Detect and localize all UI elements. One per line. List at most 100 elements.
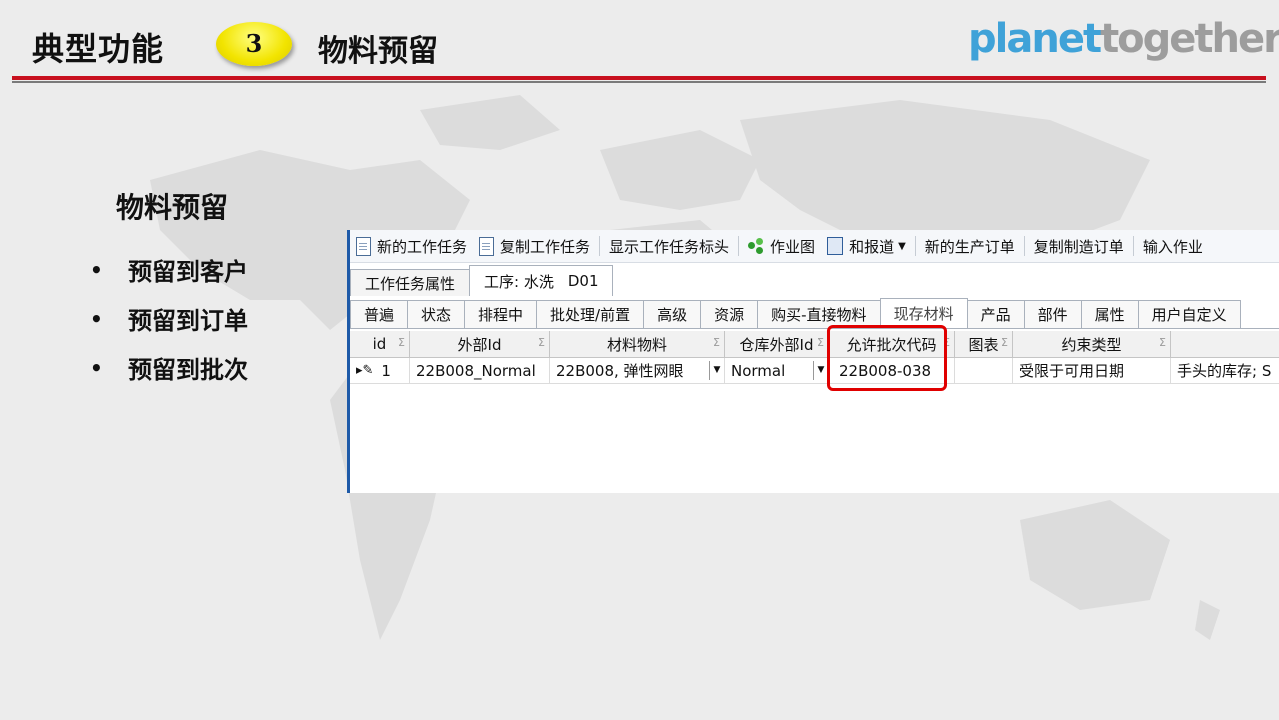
show-header-label: 显示工作任务标头 [609, 237, 730, 256]
toolbar: 新的工作任务 复制工作任务 显示工作任务标头 作业图 和报道 ▼ 新的生产订单 复… [350, 230, 1279, 263]
cell-id: 1 [381, 361, 391, 380]
column-label: 外部Id [457, 335, 502, 354]
list-item: • 预留到订单 [90, 294, 248, 343]
new-task-button[interactable]: 新的工作任务 [350, 230, 473, 262]
grid-header: id Σ 外部Id Σ 材料物料 Σ 仓库外部Id Σ 允许批次代码 Σ 图表 Σ 约束类型… [350, 331, 1279, 358]
report-dropdown[interactable]: 和报道 ▼ [821, 230, 912, 262]
column-label: id [372, 335, 387, 353]
top-tab-strip: 工作任务属性 工序: 水洗 D01 [350, 265, 614, 296]
copy-order-label: 复制制造订单 [1033, 237, 1124, 256]
tab-products[interactable]: 产品 [966, 300, 1025, 328]
column-header-external-id[interactable]: 外部Id Σ [410, 331, 550, 357]
chevron-down-icon[interactable]: ▼ [813, 361, 828, 380]
new-order-button[interactable]: 新的生产订单 [919, 230, 1021, 262]
list-item: • 预留到客户 [90, 245, 248, 294]
edit-pencil-icon: ▸✎ [356, 363, 374, 378]
header-divider-gray [12, 81, 1266, 83]
chevron-down-icon: ▼ [898, 240, 906, 252]
tab-scheduling[interactable]: 排程中 [464, 300, 538, 328]
report-label: 和报道 [849, 237, 895, 256]
toolbar-separator [1023, 236, 1025, 256]
gantt-button[interactable]: 作业图 [742, 230, 821, 262]
tab-resources[interactable]: 资源 [700, 300, 759, 328]
input-label: 输入作业 [1142, 237, 1203, 256]
copy-task-button[interactable]: 复制工作任务 [473, 230, 596, 262]
logo-text-planet: planet [968, 16, 1102, 62]
toolbar-separator [914, 236, 916, 256]
column-label: 材料物料 [606, 335, 667, 354]
new-order-label: 新的生产订单 [924, 237, 1015, 256]
sigma-icon: Σ [1159, 336, 1166, 349]
tab-advanced[interactable]: 高级 [643, 300, 702, 328]
list-item-label: 预留到订单 [128, 307, 248, 335]
lot-code-highlight-box [827, 325, 947, 391]
tab-batch[interactable]: 批处理/前置 [536, 300, 645, 328]
copy-task-label: 复制工作任务 [500, 237, 591, 256]
cell-chart[interactable] [955, 358, 1013, 383]
cell-material-value: 22B008, 弹性网眼 [556, 362, 684, 380]
header-divider-red [12, 76, 1266, 80]
page-subtitle: 物料预留 [318, 34, 438, 69]
tab-user-defined[interactable]: 用户自定义 [1137, 300, 1241, 328]
bullet-icon: • [90, 306, 103, 331]
list-item-label: 预留到批次 [128, 356, 248, 384]
row-indicator-cell: ▸✎ 1 [350, 358, 410, 383]
column-header-extra[interactable] [1171, 331, 1279, 357]
report-icon [827, 237, 844, 255]
sigma-icon: Σ [1001, 336, 1008, 349]
cell-extra[interactable]: 手头的库存; S [1171, 358, 1279, 383]
tab-on-hand-materials[interactable]: 现存材料 [879, 298, 968, 328]
cell-material[interactable]: 22B008, 弹性网眼 ▼ [550, 358, 725, 383]
app-screenshot: 新的工作任务 复制工作任务 显示工作任务标头 作业图 和报道 ▼ 新的生产订单 复… [347, 230, 1279, 493]
toolbar-separator [599, 236, 601, 256]
column-header-chart[interactable]: 图表 Σ [955, 331, 1013, 357]
tab-general[interactable]: 普遍 [350, 300, 409, 328]
page-title: 典型功能 [32, 30, 165, 68]
sub-tab-strip: 普遍 状态 排程中 批处理/前置 高级 资源 购买-直接物料 现存材料 产品 部… [350, 298, 1279, 329]
tab-purchase[interactable]: 购买-直接物料 [757, 300, 881, 328]
show-header-button[interactable]: 显示工作任务标头 [603, 230, 735, 262]
toolbar-separator [1132, 236, 1134, 256]
bullet-icon: • [90, 355, 103, 380]
column-header-warehouse[interactable]: 仓库外部Id Σ [725, 331, 829, 357]
list-item: • 预留到批次 [90, 343, 248, 392]
list-item-label: 预留到客户 [128, 258, 248, 286]
tab-operation[interactable]: 工序: 水洗 D01 [469, 265, 614, 296]
chevron-down-icon[interactable]: ▼ [709, 361, 724, 380]
planettogether-logo: planettogether [968, 16, 1279, 62]
gantt-label: 作业图 [770, 237, 816, 256]
sigma-icon: Σ [398, 336, 405, 349]
tab-task-properties[interactable]: 工作任务属性 [350, 269, 471, 296]
gantt-icon [748, 238, 764, 254]
sigma-icon: Σ [538, 336, 545, 349]
logo-text-together: together [1100, 16, 1279, 62]
cell-warehouse-value: Normal [731, 361, 786, 380]
input-button[interactable]: 输入作业 [1137, 230, 1209, 262]
new-task-label: 新的工作任务 [377, 237, 468, 256]
column-header-id[interactable]: id Σ [350, 331, 410, 357]
column-header-constraint-type[interactable]: 约束类型 Σ [1013, 331, 1171, 357]
cell-external-id[interactable]: 22B008_Normal [410, 358, 550, 383]
feature-list: • 预留到客户 • 预留到订单 • 预留到批次 [90, 245, 248, 392]
section-heading: 物料预留 [116, 191, 229, 224]
sigma-icon: Σ [817, 336, 824, 349]
sigma-icon: Σ [713, 336, 720, 349]
tab-label: 工作任务属性 [365, 274, 456, 293]
toolbar-separator [738, 236, 740, 256]
step-number-badge: 3 [216, 22, 292, 66]
column-header-material[interactable]: 材料物料 Σ [550, 331, 725, 357]
tab-attributes[interactable]: 属性 [1080, 300, 1139, 328]
copy-document-icon [479, 236, 495, 256]
table-row[interactable]: ▸✎ 1 22B008_Normal 22B008, 弹性网眼 ▼ Normal ▼ … [350, 358, 1279, 384]
tab-label: 工序: 水洗 [484, 272, 554, 291]
tab-status[interactable]: 状态 [407, 300, 466, 328]
cell-constraint-type[interactable]: 受限于可用日期 [1013, 358, 1171, 383]
new-document-icon [356, 236, 371, 256]
operation-code: D01 [567, 272, 599, 290]
bullet-icon: • [90, 257, 103, 282]
copy-order-button[interactable]: 复制制造订单 [1028, 230, 1130, 262]
column-label: 约束类型 [1061, 335, 1122, 354]
cell-warehouse[interactable]: Normal ▼ [725, 358, 829, 383]
tab-parts[interactable]: 部件 [1023, 300, 1082, 328]
column-label: 图表 [968, 335, 999, 354]
